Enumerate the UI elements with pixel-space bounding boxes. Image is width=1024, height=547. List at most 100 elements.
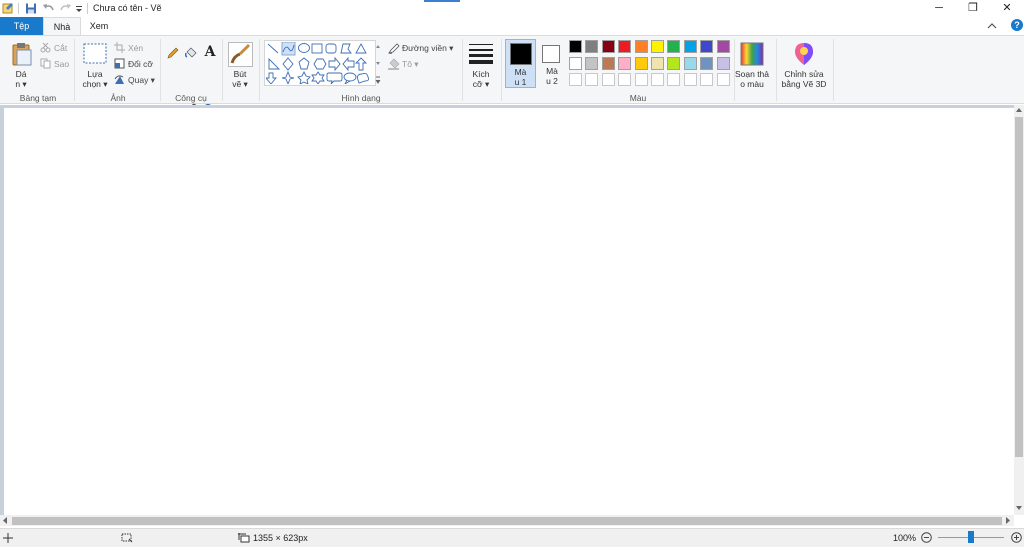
select-icon[interactable] — [83, 43, 107, 65]
palette-swatch[interactable] — [683, 73, 697, 86]
paint-app-icon[interactable] — [2, 2, 15, 15]
oval-callout-shape-icon — [343, 72, 357, 84]
copy-button[interactable]: Sao — [54, 59, 69, 69]
rotate-button[interactable]: Quay ▾ — [128, 75, 155, 86]
palette-swatch[interactable] — [569, 73, 582, 86]
palette-swatch[interactable] — [700, 73, 714, 86]
palette-swatch[interactable] — [716, 56, 730, 70]
size-icon[interactable] — [468, 42, 494, 64]
crop-button[interactable]: Xén — [128, 43, 143, 53]
palette-swatch[interactable] — [716, 40, 730, 53]
select-button[interactable]: Lựa chọn ▾ — [79, 69, 111, 89]
palette-swatch[interactable] — [569, 56, 582, 70]
text-tool-icon[interactable]: A — [203, 44, 217, 60]
select-label-1: Lựa — [87, 69, 103, 79]
horizontal-scrollbar[interactable] — [0, 515, 1014, 526]
size-button[interactable]: Kích cỡ ▾ — [466, 69, 496, 89]
palette-swatch[interactable] — [601, 73, 615, 86]
cloud-callout-shape-icon — [357, 72, 370, 84]
palette-swatch[interactable] — [618, 40, 632, 53]
palette-swatch[interactable] — [569, 40, 582, 53]
undo-icon[interactable] — [42, 2, 55, 15]
zoom-level-text: 100% — [893, 533, 917, 543]
palette-swatch[interactable] — [585, 40, 599, 53]
brush-icon[interactable] — [228, 42, 253, 67]
paste-label-2: n ▾ — [15, 79, 27, 89]
palette-swatch[interactable] — [667, 73, 681, 86]
zoom-out-icon[interactable] — [921, 532, 932, 543]
rectangle-shape-icon — [311, 43, 323, 54]
horizontal-scroll-thumb[interactable] — [12, 517, 1002, 525]
fill-shape-button[interactable]: Tô ▾ — [402, 59, 419, 70]
minimize-button[interactable]: ─ — [922, 0, 956, 17]
palette-swatch[interactable] — [618, 73, 632, 86]
edit-colors-label-2: o màu — [740, 79, 764, 89]
palette-swatch[interactable] — [700, 40, 714, 53]
palette-swatch[interactable] — [683, 40, 697, 53]
paint-3d-icon[interactable] — [792, 41, 816, 67]
palette-swatch[interactable] — [667, 40, 681, 53]
palette-swatch[interactable] — [634, 73, 648, 86]
vertical-scroll-thumb[interactable] — [1015, 117, 1023, 457]
tab-file[interactable]: Tệp — [0, 17, 43, 35]
palette-swatch[interactable] — [585, 56, 599, 70]
palette-swatch[interactable] — [585, 73, 599, 86]
save-icon[interactable] — [25, 2, 37, 15]
maximize-button[interactable]: ❐ — [956, 0, 990, 17]
palette-swatch[interactable] — [634, 40, 648, 53]
palette-swatch[interactable] — [601, 40, 615, 53]
palette-swatch[interactable] — [716, 73, 730, 86]
scroll-up-icon[interactable] — [1016, 107, 1022, 113]
resize-button[interactable]: Đổi cỡ — [128, 59, 153, 69]
collapse-ribbon-icon[interactable] — [987, 21, 997, 31]
palette-swatch[interactable] — [618, 56, 632, 70]
palette-swatch[interactable] — [683, 56, 697, 70]
rotate-icon — [114, 75, 124, 84]
drawing-canvas[interactable] — [4, 108, 1014, 515]
crop-icon — [114, 42, 125, 53]
right-arrow-shape-icon — [328, 56, 341, 72]
edit-colors-icon[interactable] — [740, 42, 764, 66]
up-arrow-shape-icon — [354, 57, 368, 71]
select-label-2: chọn ▾ — [82, 79, 108, 89]
palette-swatch[interactable] — [667, 56, 681, 70]
palette-swatch[interactable] — [651, 56, 664, 70]
scroll-down-icon[interactable] — [1016, 505, 1022, 511]
four-point-star-shape-icon — [281, 70, 295, 84]
color2-label-2: u 2 — [546, 76, 558, 86]
scroll-left-icon[interactable] — [2, 517, 8, 524]
paint-3d-button[interactable]: Chỉnh sửa bằng Vẽ 3D — [779, 69, 829, 89]
canvas-size-icon — [238, 533, 250, 543]
paste-icon[interactable] — [11, 42, 33, 67]
palette-swatch[interactable] — [651, 73, 664, 86]
zoom-slider-thumb[interactable] — [968, 531, 974, 543]
scroll-right-icon[interactable] — [1005, 517, 1011, 524]
pencil-icon[interactable] — [167, 47, 179, 59]
edit-colors-button[interactable]: Soạn thả o màu — [732, 69, 772, 89]
color1-button[interactable]: Mà u 1 — [505, 39, 536, 88]
redo-icon[interactable] — [59, 2, 72, 15]
zoom-in-icon[interactable] — [1011, 532, 1022, 543]
down-arrow-shape-icon — [266, 72, 277, 84]
shapes-scroll-icon[interactable] — [375, 43, 381, 85]
cut-button[interactable]: Cắt — [54, 43, 67, 53]
customize-toolbar-icon[interactable] — [75, 2, 83, 15]
fill-icon[interactable] — [185, 47, 197, 59]
help-icon[interactable]: ? — [1011, 19, 1023, 31]
size-label-1: Kích — [472, 69, 490, 79]
brushes-button[interactable]: Bút vẽ ▾ — [226, 69, 254, 89]
outline-button[interactable]: Đường viền ▾ — [402, 43, 453, 54]
tab-view[interactable]: Xem — [81, 17, 117, 35]
tab-home[interactable]: Nhà — [43, 17, 81, 35]
palette-swatch[interactable] — [700, 56, 714, 70]
palette-swatch[interactable] — [601, 56, 615, 70]
palette-swatch[interactable] — [634, 56, 648, 70]
close-button[interactable]: ✕ — [990, 0, 1024, 17]
paste-button[interactable]: Dá n ▾ — [8, 69, 34, 89]
color2-button[interactable]: Mà u 2 — [538, 39, 566, 88]
vertical-scrollbar[interactable] — [1014, 105, 1024, 515]
right-triangle-shape-icon — [268, 57, 281, 70]
left-arrow-shape-icon — [342, 56, 355, 72]
zoom-slider[interactable] — [938, 531, 1004, 543]
palette-swatch[interactable] — [651, 40, 664, 53]
